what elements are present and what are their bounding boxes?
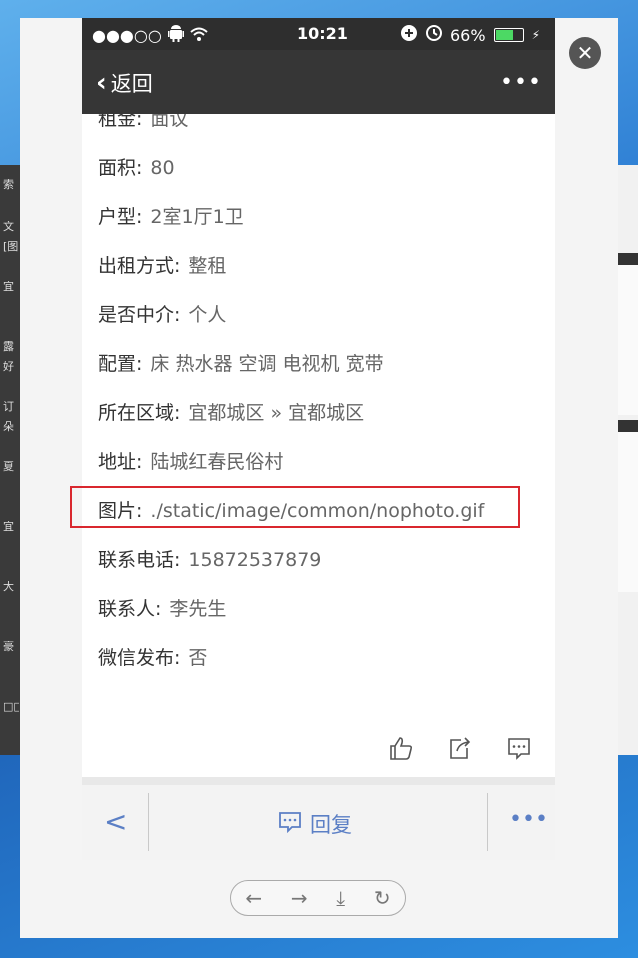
detail-row-layout: 户型: 2室1厅1卫: [98, 206, 244, 228]
chevron-left-icon: ‹: [96, 68, 107, 98]
right-thumbnail: [618, 253, 638, 415]
right-thumbnail: [618, 420, 638, 592]
detail-row-address: 地址: 陆城红春民俗村: [98, 451, 284, 473]
detail-row-amenities: 配置: 床 热水器 空调 电视机 宽带: [98, 353, 384, 375]
desktop-right-window: [618, 165, 638, 755]
toolbar-separator: [487, 793, 488, 851]
reply-label: 回复: [310, 813, 352, 837]
toolbar-back-button[interactable]: <: [104, 805, 127, 838]
detail-row-district: 所在区域: 宜都城区 » 宜都城区: [98, 402, 365, 424]
toolbar-more-button[interactable]: •••: [509, 807, 548, 832]
detail-row-contact: 联系人: 李先生: [98, 598, 227, 620]
charging-icon: ⚡: [531, 28, 540, 42]
nav-forward-arrow-icon[interactable]: →: [291, 886, 308, 910]
left-fragment: 大: [3, 581, 14, 593]
wifi-icon: [190, 26, 208, 45]
detail-row-wechat: 微信发布: 否: [98, 647, 208, 669]
nav-back-arrow-icon[interactable]: ←: [245, 886, 262, 910]
detail-row-rent: 租金: 面议: [98, 114, 189, 130]
left-fragment: [图: [3, 241, 19, 253]
share-icon[interactable]: [446, 734, 474, 762]
left-fragment: 文: [3, 221, 14, 233]
left-fragment: 订: [3, 401, 14, 413]
phone-screen: ●●●○○ 10:21 66% ⚡ ‹ 返回 ••• 租金: 面议 面积: 80…: [82, 18, 555, 860]
like-icon[interactable]: [387, 734, 415, 762]
left-fragment: 好: [3, 361, 14, 373]
signal-icon: ●●●○○: [92, 25, 162, 45]
left-fragment: 宜: [3, 521, 14, 533]
detail-row-agency: 是否中介: 个人: [98, 304, 227, 326]
status-time: 10:21: [297, 24, 348, 43]
reply-icon: [278, 810, 302, 839]
left-fragment: 索: [3, 179, 14, 191]
toolbar-separator: [148, 793, 149, 851]
alarm-icon: [426, 25, 442, 45]
android-icon: [167, 24, 184, 46]
left-fragment: 露: [3, 341, 14, 353]
bottom-toolbar: < 回复 •••: [82, 785, 555, 860]
refresh-icon[interactable]: ↻: [374, 886, 391, 910]
left-fragment: □□: [3, 701, 19, 713]
reply-button[interactable]: 回复: [278, 809, 352, 839]
phone-link[interactable]: 15872537879: [188, 549, 321, 571]
detail-row-phone: 联系电话: 15872537879: [98, 549, 322, 571]
detail-row-area: 面积: 80: [98, 157, 175, 179]
highlight-box: [70, 486, 520, 528]
left-fragment: 朵: [3, 421, 14, 433]
desktop-left-window: 索 文 [图 宜 露 好 订 朵 夏 宜 大 豪 □□: [0, 165, 20, 755]
rotation-lock-icon: [400, 24, 418, 46]
battery-icon: [493, 28, 524, 42]
back-label: 返回: [110, 72, 153, 96]
left-fragment: 宜: [3, 281, 14, 293]
status-bar: ●●●○○ 10:21 66% ⚡: [82, 18, 555, 50]
comment-icon[interactable]: [505, 734, 533, 762]
more-menu-button[interactable]: •••: [500, 70, 542, 95]
download-icon[interactable]: ⤓: [336, 886, 345, 910]
battery-percent: 66%: [450, 25, 486, 45]
left-fragment: 豪: [3, 641, 14, 653]
back-button[interactable]: ‹ 返回: [96, 68, 153, 98]
section-divider: [82, 777, 555, 785]
close-icon[interactable]: ✕: [569, 37, 601, 69]
nav-bar: ‹ 返回 •••: [82, 50, 555, 114]
detail-row-rental-type: 出租方式: 整租: [98, 255, 227, 277]
browser-nav-pill: ← → ⤓ ↻: [230, 880, 406, 916]
listing-details: 租金: 面议 面积: 80 户型: 2室1厅1卫 出租方式: 整租 是否中介: 个人 配置…: [82, 114, 555, 777]
left-fragment: 夏: [3, 461, 14, 473]
